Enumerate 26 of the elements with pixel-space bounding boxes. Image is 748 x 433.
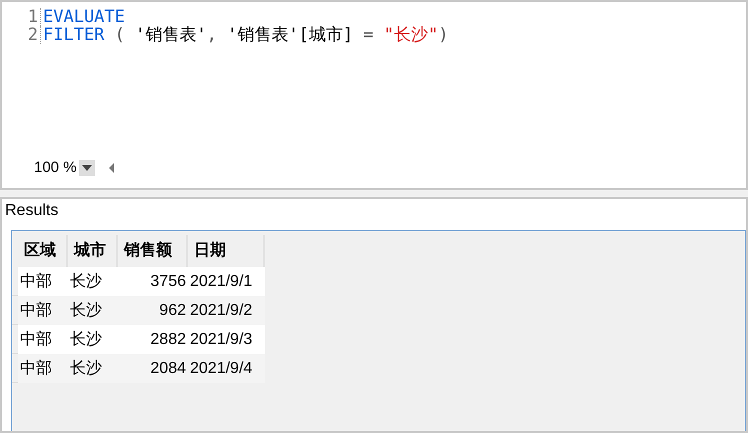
table-cell: 长沙 bbox=[68, 325, 118, 354]
table-cell: 962 bbox=[118, 296, 188, 325]
table-cell: 长沙 bbox=[68, 354, 118, 383]
table-cell: 中部 bbox=[18, 354, 68, 383]
scroll-left-icon[interactable] bbox=[108, 163, 114, 173]
code-line: EVALUATE bbox=[42, 8, 125, 26]
line-number: 1 bbox=[26, 8, 39, 26]
table-cell: 中部 bbox=[18, 267, 68, 296]
table-cell: 2021/9/1 bbox=[188, 267, 265, 296]
table-cell: 2084 bbox=[118, 354, 188, 383]
table-cell: 中部 bbox=[18, 296, 68, 325]
table-cell: 2882 bbox=[118, 325, 188, 354]
zoom-dropdown[interactable] bbox=[78, 160, 95, 176]
table-cell: 中部 bbox=[18, 325, 68, 354]
table-cell: 2021/9/4 bbox=[188, 354, 265, 383]
table-cell: 2021/9/2 bbox=[188, 296, 265, 325]
caret-icon bbox=[82, 165, 92, 171]
line-number: 2 bbox=[26, 26, 39, 44]
table-cell: 长沙 bbox=[68, 296, 118, 325]
query-editor[interactable]: 1 EVALUATE 2 FILTER ( '销售表', '销售表'[城市] = "长沙") 100 % bbox=[0, 0, 748, 190]
code-line: FILTER ( '销售表', '销售表'[城市] = "长沙") bbox=[42, 26, 449, 44]
table-cell: 长沙 bbox=[68, 267, 118, 296]
table-cell: 3756 bbox=[118, 267, 188, 296]
zoom-level: 100 % bbox=[34, 158, 77, 178]
results-title: Results bbox=[4, 201, 60, 221]
table-cell: 2021/9/3 bbox=[188, 325, 265, 354]
